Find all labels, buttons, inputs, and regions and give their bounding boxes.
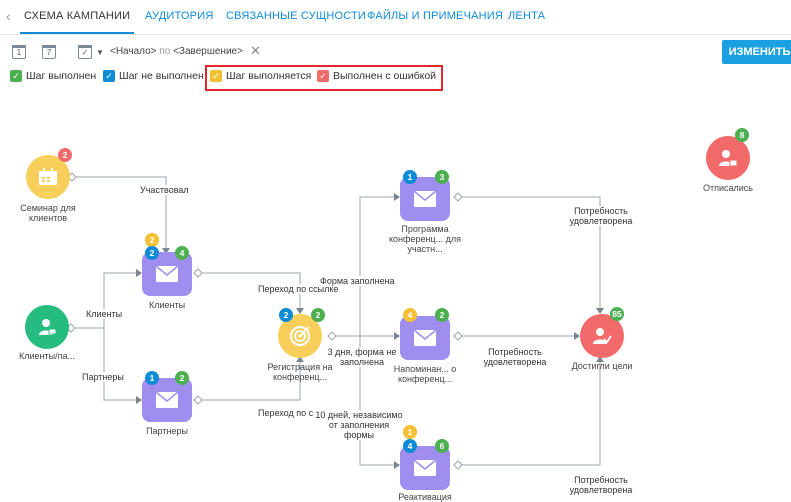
calendar-day-icon[interactable]: 1 — [12, 45, 26, 59]
node-reminder[interactable] — [400, 316, 450, 360]
edge-label-need-2: Потребность удовлетворена — [478, 347, 552, 367]
period-end: <Завершение> — [173, 46, 243, 57]
node-registration-label: Регистрация на конференц... — [267, 362, 333, 382]
tab-files-notes[interactable]: ФАЙЛЫ И ПРИМЕЧАНИЯ — [367, 10, 503, 22]
connector-port — [327, 331, 337, 341]
edge-label-need-3: Потребность удовлетворена — [560, 475, 642, 495]
connector-port — [193, 395, 203, 405]
tab-audience[interactable]: АУДИТОРИЯ — [145, 10, 213, 22]
edge-label-clients: Клиенты — [86, 309, 123, 319]
user-exit-icon — [719, 150, 738, 167]
edge-partners — [103, 328, 140, 401]
node-audience-label: Клиенты/па... — [19, 351, 75, 361]
period-range[interactable]: <Начало> по <Завершение> — [110, 46, 243, 57]
badge-done-count: 3 — [435, 170, 449, 184]
badge-in-progress-count: 2 — [145, 233, 159, 247]
edit-button[interactable]: ИЗМЕНИТЬ — [722, 40, 791, 64]
legend-step-done[interactable]: ✓ Шаг выполнен — [10, 70, 96, 86]
connector-port — [453, 460, 463, 470]
user-check-icon — [593, 328, 612, 344]
edge-label-participated: Участвовал — [140, 185, 189, 195]
chevron-down-icon[interactable]: ▼ — [96, 48, 104, 57]
period-start: <Начало> — [110, 46, 157, 57]
envelope-icon — [156, 266, 178, 282]
badge-not-done-count: 1 — [145, 371, 159, 385]
node-program-label: Программа конференц... для участн... — [389, 224, 461, 254]
envelope-icon — [414, 460, 436, 476]
badge-done-count: 8 — [735, 128, 749, 142]
envelope-icon — [414, 191, 436, 207]
badge-in-progress-count: 4 — [403, 308, 417, 322]
tab-bar: ‹ СХЕМА КАМПАНИИ АУДИТОРИЯ СВЯЗАННЫЕ СУЩ… — [0, 0, 791, 35]
node-audience[interactable] — [25, 305, 69, 349]
edge-need-3 — [458, 358, 601, 466]
calendar-week-icon[interactable]: 7 — [42, 45, 56, 59]
badge-not-done-count: 4 — [403, 439, 417, 453]
node-reactivation-label: Реактивация — [398, 492, 452, 502]
tab-related-entities[interactable]: СВЯЗАННЫЕ СУЩНОСТИ — [226, 10, 366, 22]
legend-step-not-done[interactable]: ✓ Шаг не выполнен — [103, 70, 204, 86]
connector-port — [453, 331, 463, 341]
clear-period-icon[interactable]: ✕ — [250, 43, 261, 59]
edge-label-partners: Партнеры — [82, 372, 124, 382]
badge-done-count: 4 — [175, 246, 189, 260]
campaign-diagram: Участвовал Клиенты Партнеры Переход по с… — [0, 100, 791, 502]
calendar-check-icon[interactable]: ✓ — [78, 45, 92, 59]
back-chevron-icon[interactable]: ‹ — [6, 8, 11, 24]
badge-done-count: 85 — [610, 307, 624, 321]
badge-error-count: 2 — [58, 148, 72, 162]
node-unsubscribed[interactable] — [706, 136, 750, 180]
target-icon — [290, 326, 310, 346]
edge-label-form-filled: Форма заполнена — [320, 276, 395, 286]
node-unsubscribed-label: Отписались — [703, 183, 753, 193]
checkbox-icon: ✓ — [10, 70, 22, 83]
calendar-icon — [39, 168, 57, 185]
connector-port — [193, 268, 203, 278]
legend-highlight-frame — [205, 65, 443, 91]
edge-form-filled — [332, 196, 398, 337]
badge-done-count: 2 — [435, 308, 449, 322]
node-clients-label: Клиенты — [148, 300, 186, 310]
badge-not-done-count: 1 — [403, 170, 417, 184]
node-goal-label: Достигли цели — [571, 361, 633, 371]
diagram-connectors — [66, 172, 604, 470]
envelope-icon — [156, 392, 178, 408]
audience-icon — [39, 319, 57, 335]
tab-feed[interactable]: ЛЕНТА — [508, 10, 545, 22]
badge-done-count: 2 — [311, 308, 325, 322]
node-seminar-label: Семинар для клиентов — [20, 203, 76, 223]
badge-not-done-count: 2 — [279, 308, 293, 322]
checkbox-icon: ✓ — [103, 70, 115, 83]
badge-done-count: 2 — [175, 371, 189, 385]
period-by: по — [159, 46, 171, 57]
tab-campaign-scheme[interactable]: СХЕМА КАМПАНИИ — [19, 10, 135, 34]
node-partners-label: Партнеры — [146, 426, 188, 436]
badge-done-count: 6 — [435, 439, 449, 453]
edge-label-need-1: Потребность удовлетворена — [560, 206, 642, 226]
envelope-icon — [414, 330, 436, 346]
connector-port — [453, 192, 463, 202]
node-reminder-label: Напоминан... о конференц... — [393, 364, 457, 384]
edge-label-ten-days: 10 дней, независимо от заполнения формы — [313, 410, 405, 440]
badge-not-done-count: 2 — [145, 246, 159, 260]
badge-in-progress-count: 1 — [403, 425, 417, 439]
